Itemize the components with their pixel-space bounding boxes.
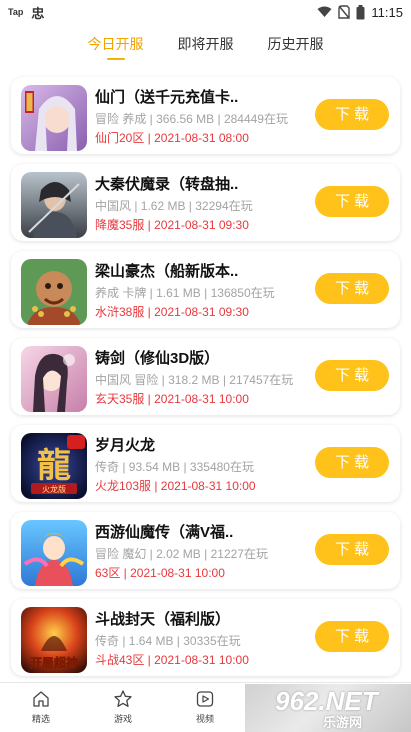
- game-icon-liangshan[interactable]: [21, 259, 87, 325]
- game-card[interactable]: 铸剑（修仙3D版） 中国风 冒险 | 318.2 MB | 217457在玩 玄…: [11, 338, 400, 415]
- game-meta: 冒险 养成 | 366.56 MB | 284449在玩: [95, 112, 288, 126]
- game-meta: 中国风 冒险 | 318.2 MB | 217457在玩: [95, 373, 294, 387]
- home-icon: [33, 691, 49, 707]
- no-sim-icon: [338, 5, 351, 19]
- game-card[interactable]: 西游仙魔传（满V福.. 冒险 魔幻 | 2.02 MB | 21227在玩 63…: [11, 512, 400, 589]
- server-info: 降魔35服 | 2021-08-31 09:30: [95, 218, 249, 232]
- nav-featured[interactable]: 精选: [0, 683, 82, 732]
- game-icon-zhujian[interactable]: [21, 346, 87, 412]
- video-play-icon: [196, 691, 214, 707]
- download-button[interactable]: 下载: [315, 621, 389, 652]
- game-title: 仙门（送千元充值卡..: [95, 89, 239, 106]
- douzhan-caption: 开局超神: [30, 655, 78, 670]
- nav-video[interactable]: 视频: [164, 683, 246, 732]
- game-title: 梁山豪杰（船新版本..: [95, 263, 239, 280]
- game-title: 岁月火龙: [95, 437, 156, 454]
- game-meta: 养成 卡牌 | 1.61 MB | 136850在玩: [95, 286, 275, 300]
- battery-icon: [356, 4, 365, 19]
- game-icon-daqin[interactable]: [21, 172, 87, 238]
- download-button[interactable]: 下载: [315, 273, 389, 304]
- download-button[interactable]: 下载: [315, 186, 389, 217]
- game-title: 西游仙魔传（满V福..: [95, 524, 234, 541]
- game-card[interactable]: 龍 火龙版 岁月火龙 传奇 | 93.54 MB | 335480在玩 火龙10…: [11, 425, 400, 502]
- server-info: 63区 | 2021-08-31 10:00: [95, 566, 225, 580]
- game-icon-huolong[interactable]: 龍 火龙版: [21, 433, 87, 499]
- tap-notification-icon: Tap: [8, 7, 24, 17]
- game-meta: 传奇 | 1.64 MB | 30335在玩: [95, 634, 241, 648]
- huolong-glyph: 龍: [37, 446, 71, 486]
- clock: 11:15: [371, 4, 403, 20]
- tab-history[interactable]: 历史开服: [268, 28, 324, 62]
- game-title: 大秦伏魔录（转盘抽..: [95, 176, 239, 193]
- watermark-line2: 乐游网: [323, 715, 363, 730]
- site-watermark: 962.NET 乐游网: [245, 684, 411, 732]
- server-tabs: 今日开服 即将开服 历史开服: [0, 28, 411, 62]
- app-notification-icon: 忠: [31, 5, 45, 21]
- status-bar: Tap 忠 11:15: [0, 0, 411, 24]
- download-button[interactable]: 下载: [315, 447, 389, 478]
- game-icon-xiyou[interactable]: [21, 520, 87, 586]
- tab-upcoming[interactable]: 即将开服: [178, 28, 234, 62]
- game-meta: 冒险 魔幻 | 2.02 MB | 21227在玩: [95, 547, 268, 561]
- server-info: 斗战43区 | 2021-08-31 10:00: [95, 653, 249, 667]
- nav-label: 精选: [31, 714, 50, 724]
- server-info: 火龙103服 | 2021-08-31 10:00: [95, 479, 256, 493]
- tab-today[interactable]: 今日开服: [88, 28, 144, 62]
- download-button[interactable]: 下载: [315, 534, 389, 565]
- star-icon: [114, 690, 132, 707]
- nav-label: 视频: [195, 714, 214, 724]
- download-button[interactable]: 下载: [315, 360, 389, 391]
- nav-games[interactable]: 游戏: [82, 683, 164, 732]
- wifi-icon: [317, 6, 332, 17]
- download-button[interactable]: 下载: [315, 99, 389, 130]
- game-card[interactable]: 梁山豪杰（船新版本.. 养成 卡牌 | 1.61 MB | 136850在玩 水…: [11, 251, 400, 328]
- game-title: 斗战封天（福利版）: [95, 611, 231, 628]
- server-info: 水浒38服 | 2021-08-31 09:30: [95, 305, 249, 319]
- game-card[interactable]: 开局超神 斗战封天（福利版） 传奇 | 1.64 MB | 30335在玩 斗战…: [11, 599, 400, 676]
- game-meta: 传奇 | 93.54 MB | 335480在玩: [95, 460, 254, 474]
- server-info: 仙门20区 | 2021-08-31 08:00: [95, 131, 249, 145]
- game-card[interactable]: 大秦伏魔录（转盘抽.. 中国风 | 1.62 MB | 32294在玩 降魔35…: [11, 164, 400, 241]
- game-meta: 中国风 | 1.62 MB | 32294在玩: [95, 199, 253, 213]
- game-card[interactable]: 仙门（送千元充值卡.. 冒险 养成 | 366.56 MB | 284449在玩…: [11, 77, 400, 154]
- server-info: 玄天35服 | 2021-08-31 10:00: [95, 392, 249, 406]
- huolong-sub: 火龙版: [42, 484, 66, 494]
- game-icon-douzhan[interactable]: 开局超神: [21, 607, 87, 673]
- game-title: 铸剑（修仙3D版）: [95, 350, 220, 367]
- nav-label: 游戏: [113, 714, 132, 724]
- game-icon-xianmen[interactable]: [21, 85, 87, 151]
